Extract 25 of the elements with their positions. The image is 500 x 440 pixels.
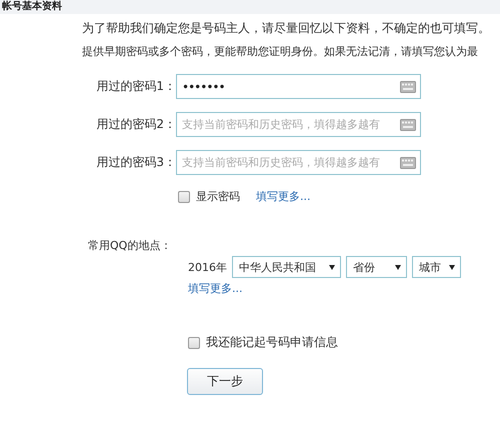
intro-text: 为了帮助我们确定您是号码主人，请尽量回忆以下资料，不确定的也可填写。: [82, 20, 491, 37]
intro-text: 提供早期密码或多个密码，更能帮助您证明身份。如果无法记清，请填写您认为最: [82, 44, 479, 60]
password-field[interactable]: •••••••: [176, 74, 421, 99]
field-label: 用过的密码2：: [95, 116, 176, 133]
checkbox[interactable]: [178, 190, 190, 202]
checkbox-label: 显示密码: [196, 189, 240, 204]
keyboard-icon[interactable]: [400, 156, 416, 168]
keyboard-icon[interactable]: [400, 80, 416, 92]
dropdown[interactable]: 城市: [412, 256, 461, 278]
next-button[interactable]: 下一步: [187, 368, 263, 395]
caret-icon: [329, 264, 335, 270]
caret-icon: [449, 264, 455, 270]
checkbox-label: 我还能记起号码申请信息: [206, 334, 338, 351]
dropdown[interactable]: 中华人民共和国: [232, 256, 341, 278]
section-title: 帐号基本资料: [2, 1, 62, 13]
field-label: 用过的密码1：: [95, 78, 176, 95]
more-link[interactable]: 填写更多...: [188, 282, 242, 295]
checkbox[interactable]: [188, 336, 200, 348]
keyboard-icon[interactable]: [400, 118, 416, 130]
more-link[interactable]: 填写更多...: [256, 189, 310, 204]
field-label: 用过的密码3：: [95, 154, 176, 171]
dropdown[interactable]: 省份: [346, 256, 407, 278]
year-text: 2016年: [188, 260, 227, 274]
caret-icon: [395, 264, 401, 270]
field-label: 常用QQ的地点：: [87, 238, 172, 253]
